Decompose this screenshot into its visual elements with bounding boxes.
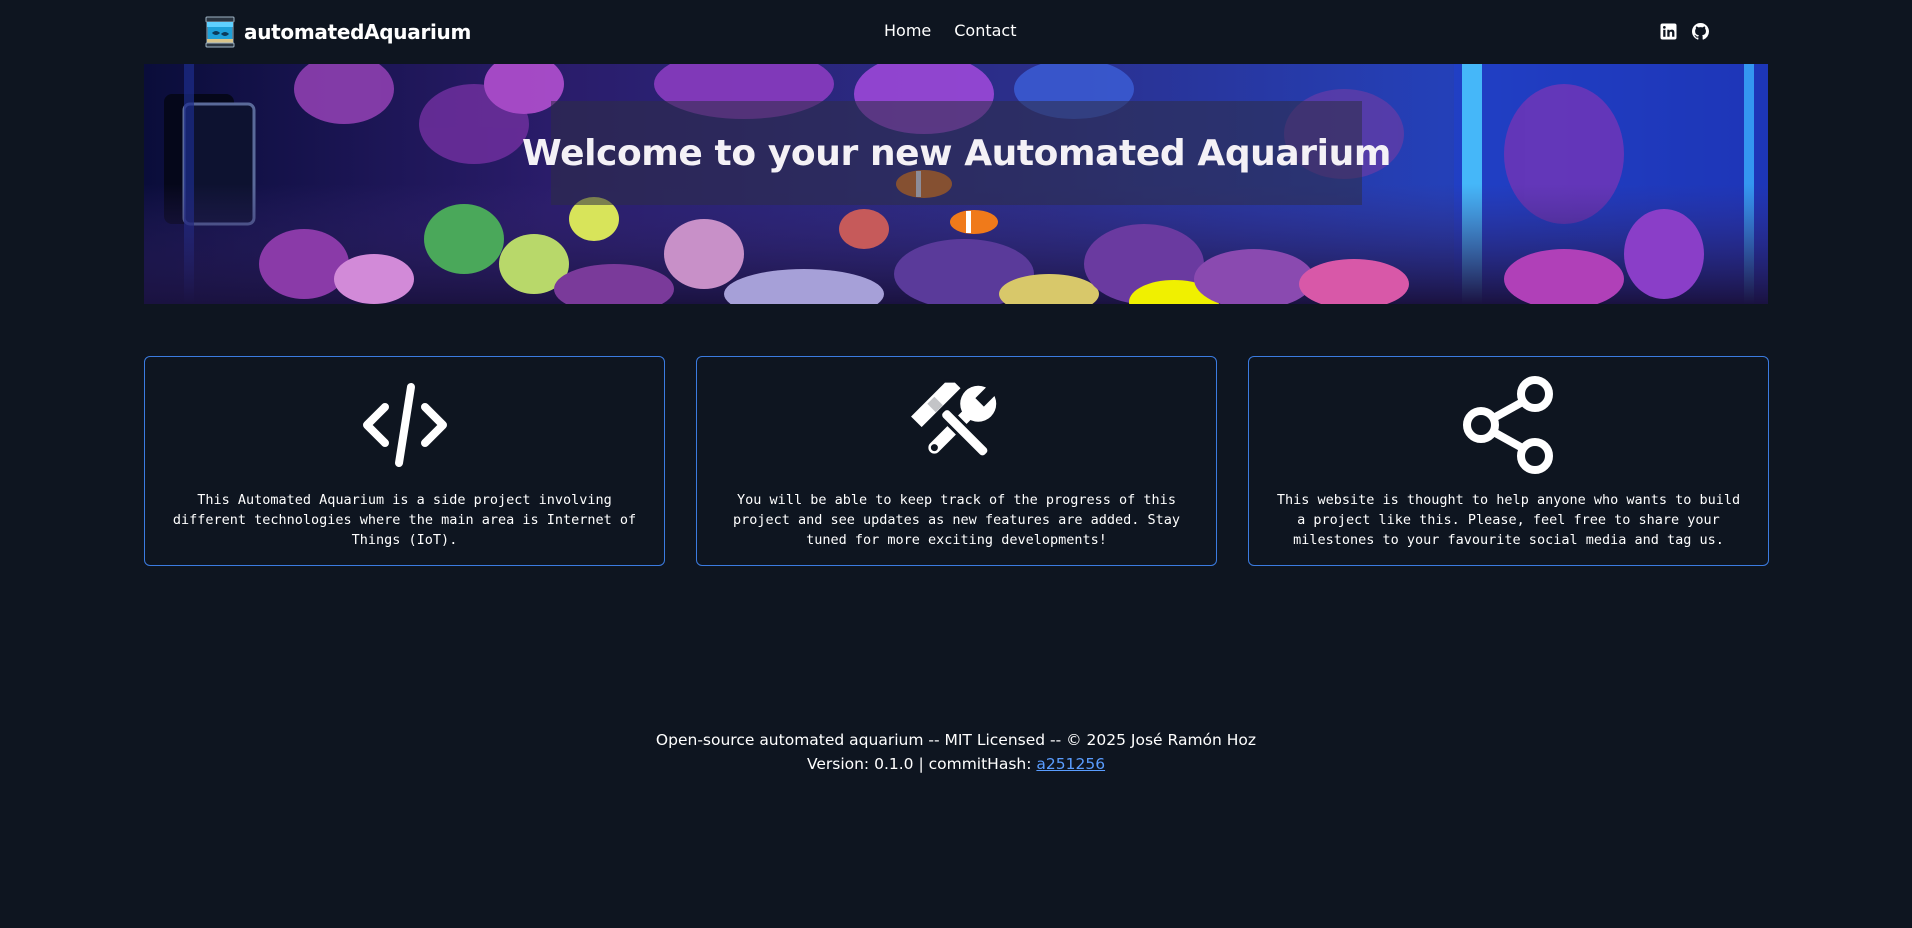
code-icon: [353, 373, 457, 477]
feature-card-text: This website is thought to help anyone w…: [1276, 492, 1741, 548]
footer: Open-source automated aquarium -- MIT Li…: [0, 728, 1912, 776]
commit-hash-link[interactable]: a251256: [1036, 755, 1105, 773]
feature-card-iot: This Automated Aquarium is a side projec…: [144, 356, 665, 566]
social-links: [1660, 23, 1709, 40]
share-icon: [1457, 373, 1561, 477]
brand-name: automatedAquarium: [244, 20, 472, 44]
hero-title: Welcome to your new Automated Aquarium: [522, 132, 1391, 174]
brand-link[interactable]: automatedAquarium: [205, 16, 471, 48]
footer-version: Version: 0.1.0 | commitHash: a251256: [0, 752, 1912, 776]
nav-home-link[interactable]: Home: [884, 19, 931, 43]
navbar: automatedAquarium Home Contact: [0, 0, 1912, 64]
feature-card-text: This Automated Aquarium is a side projec…: [172, 492, 637, 548]
hero-section: Welcome to your new Automated Aquarium: [144, 64, 1768, 304]
feature-card-share: This website is thought to help anyone w…: [1248, 356, 1769, 566]
nav-contact-link[interactable]: Contact: [954, 19, 1016, 43]
tools-icon: [905, 373, 1009, 477]
version-label: Version: 0.1.0 | commitHash:: [806, 755, 1037, 773]
feature-cards: This Automated Aquarium is a side projec…: [144, 356, 1769, 566]
feature-card-progress: You will be able to keep track of the pr…: [696, 356, 1217, 566]
aquarium-logo-icon: [205, 16, 235, 48]
hero-title-banner: Welcome to your new Automated Aquarium: [522, 101, 1391, 205]
feature-card-text: You will be able to keep track of the pr…: [732, 492, 1181, 548]
linkedin-icon[interactable]: [1660, 23, 1677, 40]
footer-license: Open-source automated aquarium -- MIT Li…: [655, 731, 1257, 749]
main-nav: Home Contact: [884, 19, 1017, 43]
github-icon[interactable]: [1692, 23, 1709, 40]
